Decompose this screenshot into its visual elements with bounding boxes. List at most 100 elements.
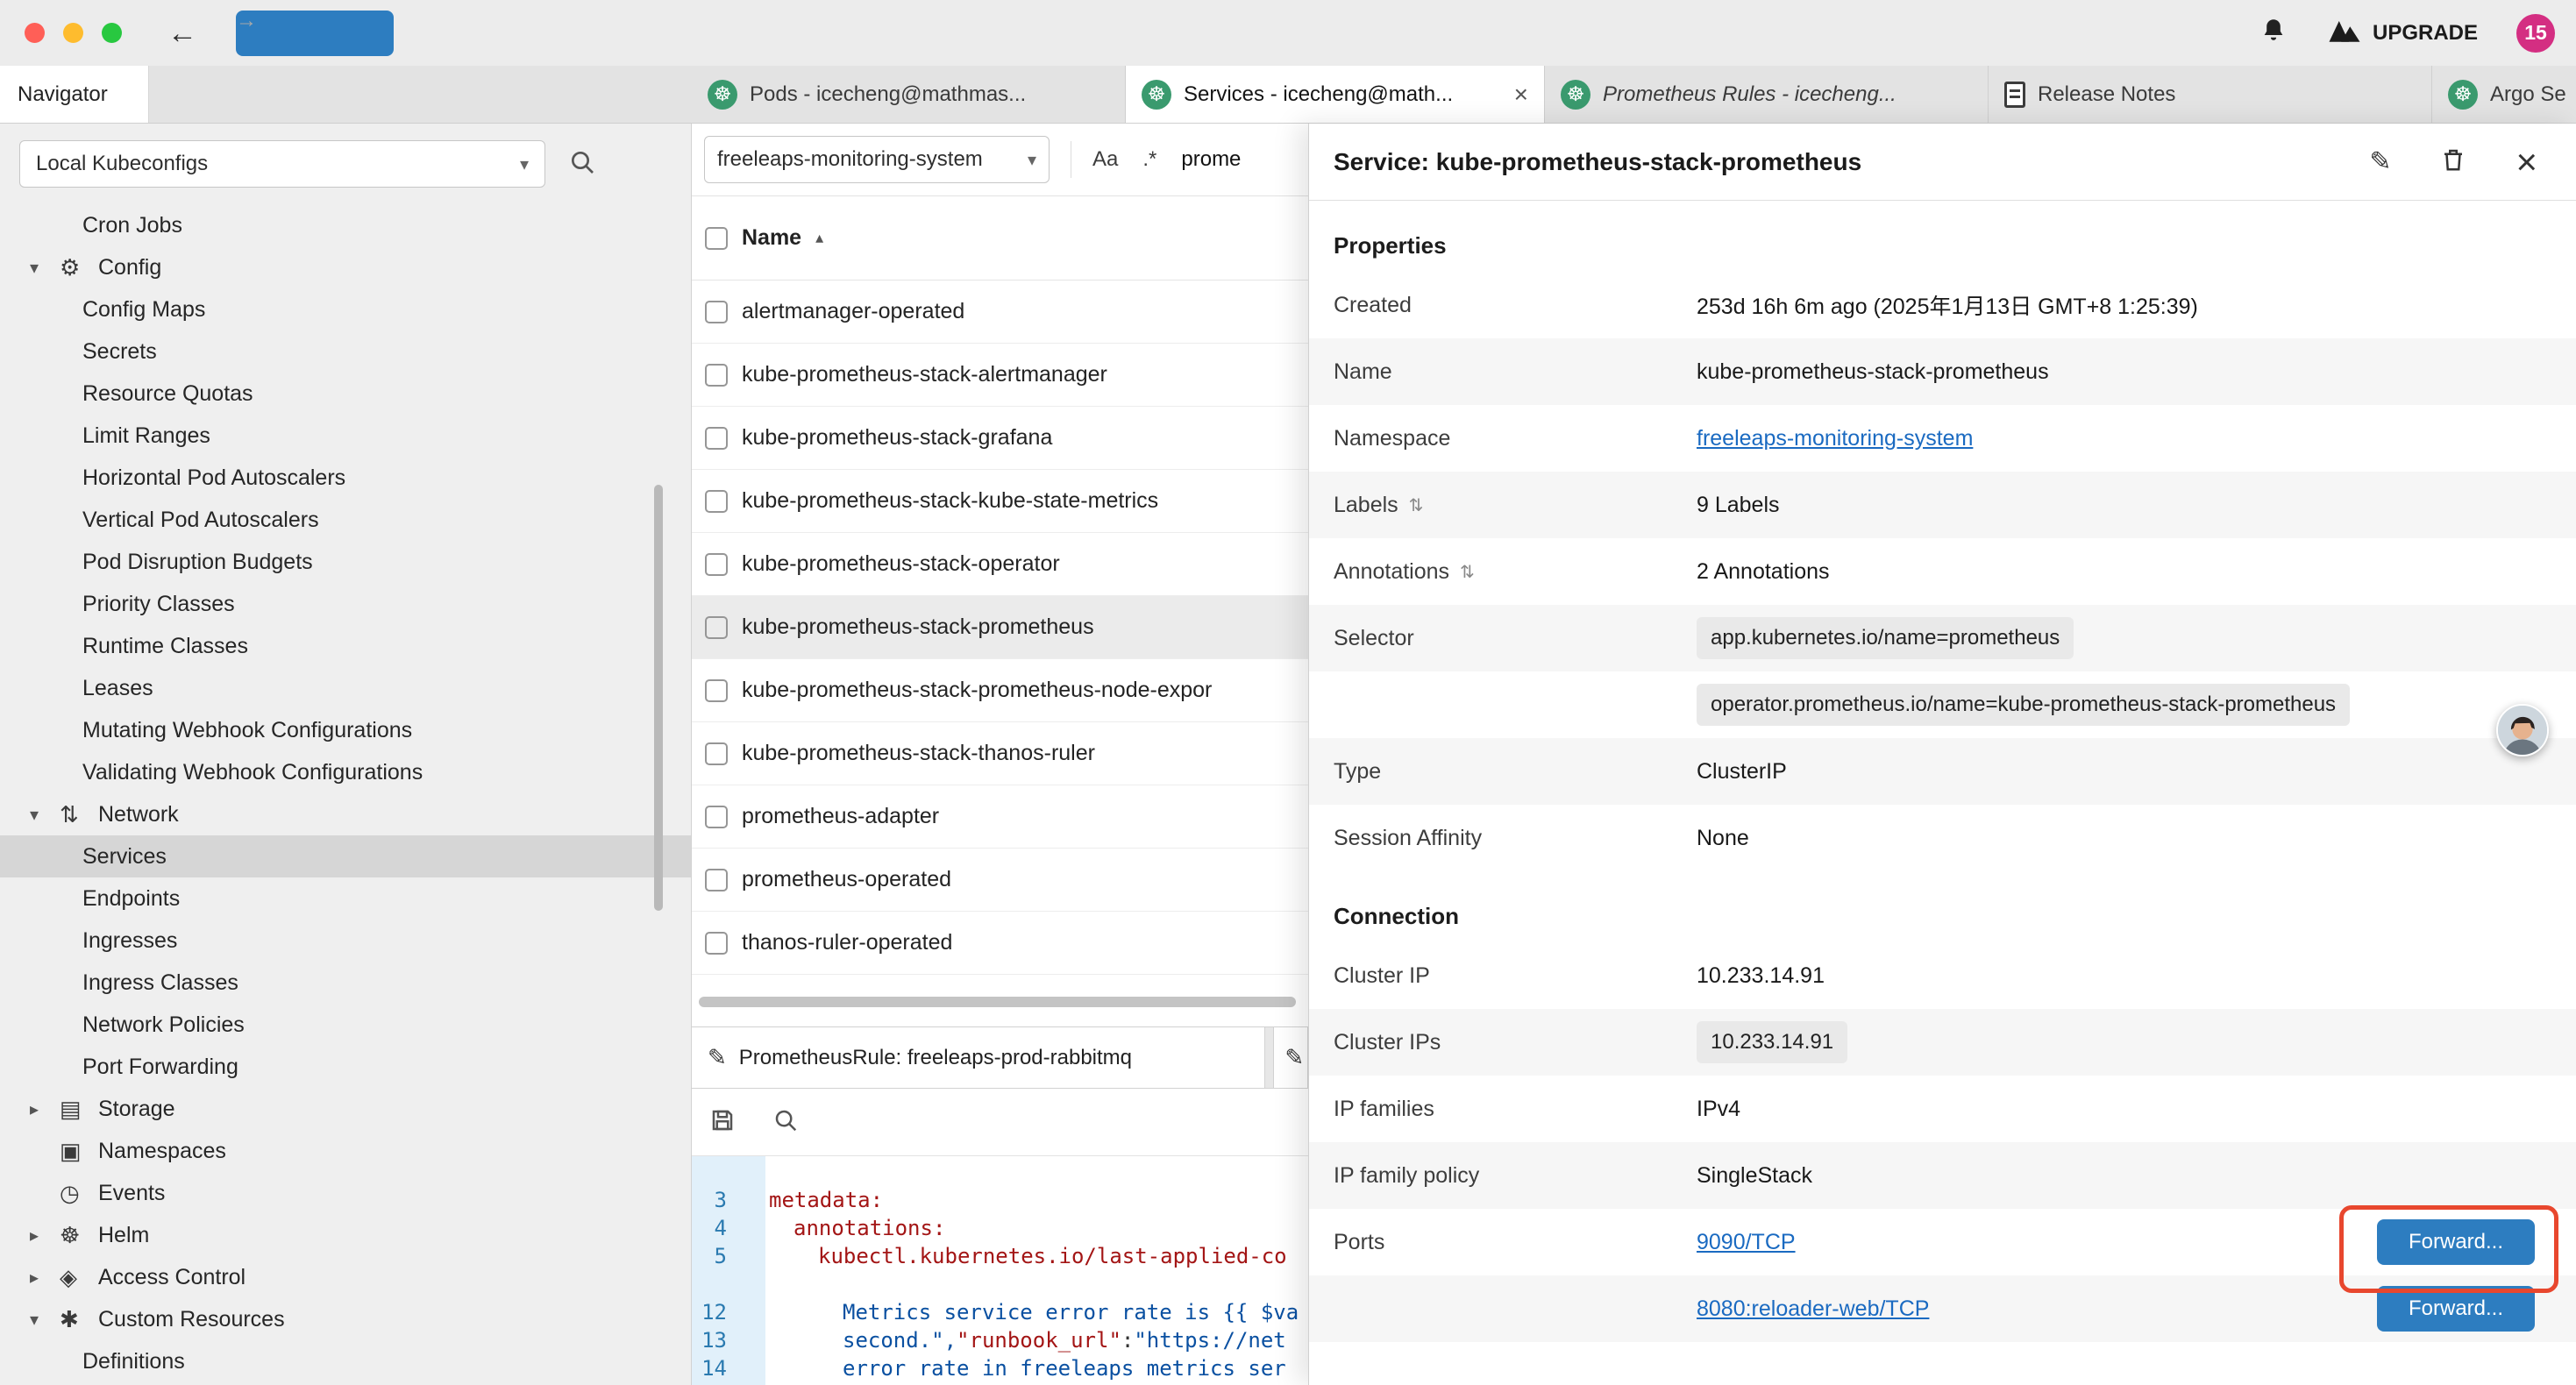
edit-icon[interactable]: ✎ <box>2369 146 2391 177</box>
table-row-thanos-ruler-operated[interactable]: thanos-ruler-operated <box>692 912 1308 975</box>
forward-button[interactable]: → <box>236 11 394 56</box>
table-row-kube-prometheus-stack-prometheus-node-expor[interactable]: kube-prometheus-stack-prometheus-node-ex… <box>692 659 1308 722</box>
sidebar-item-namespaces[interactable]: ▣Namespaces <box>0 1130 691 1172</box>
sidebar-item-cron-jobs[interactable]: Cron Jobs <box>0 204 691 246</box>
navigator-panel-tab[interactable]: Navigator <box>0 66 149 123</box>
sidebar-item-runtime-classes[interactable]: Runtime Classes <box>0 625 691 667</box>
sidebar-item-ingresses[interactable]: Ingresses <box>0 920 691 962</box>
sidebar-item-storage[interactable]: ▸▤Storage <box>0 1088 691 1130</box>
forward-button[interactable]: Forward... <box>2377 1219 2535 1265</box>
sidebar-item-secrets[interactable]: Secrets <box>0 330 691 373</box>
namespace-filter-select[interactable]: freeleaps-monitoring-system ▾ <box>704 136 1050 183</box>
table-row-kube-prometheus-stack-alertmanager[interactable]: kube-prometheus-stack-alertmanager <box>692 344 1308 407</box>
sidebar-item-network-policies[interactable]: Network Policies <box>0 1004 691 1046</box>
chevron-down-icon[interactable]: ▾ <box>30 1309 60 1331</box>
table-row-kube-prometheus-stack-grafana[interactable]: kube-prometheus-stack-grafana <box>692 407 1308 470</box>
workspace-tab-pods-icecheng-mathmas[interactable]: ☸Pods - icecheng@mathmas... <box>692 66 1126 123</box>
select-all-checkbox[interactable] <box>705 227 728 250</box>
row-checkbox[interactable] <box>705 869 728 891</box>
search-query-input[interactable]: prome <box>1181 147 1241 172</box>
table-row-prometheus-adapter[interactable]: prometheus-adapter <box>692 785 1308 849</box>
minimize-window-button[interactable] <box>63 23 83 43</box>
sidebar-item-ingress-classes[interactable]: Ingress Classes <box>0 962 691 1004</box>
table-row-kube-prometheus-stack-thanos-ruler[interactable]: kube-prometheus-stack-thanos-ruler <box>692 722 1308 785</box>
row-checkbox[interactable] <box>705 806 728 828</box>
table-row-kube-prometheus-stack-operator[interactable]: kube-prometheus-stack-operator <box>692 533 1308 596</box>
sidebar-item-events[interactable]: ◷Events <box>0 1172 691 1214</box>
row-checkbox[interactable] <box>705 742 728 765</box>
sidebar-scrollbar[interactable] <box>654 485 663 911</box>
table-row-kube-prometheus-stack-kube-state-metrics[interactable]: kube-prometheus-stack-kube-state-metrics <box>692 470 1308 533</box>
name-column-header[interactable]: Name <box>742 225 801 251</box>
save-icon[interactable] <box>709 1107 736 1138</box>
row-checkbox[interactable] <box>705 490 728 513</box>
row-checkbox[interactable] <box>705 616 728 639</box>
sidebar-item-config[interactable]: ▾⚙Config <box>0 246 691 288</box>
sidebar-item-priority-classes[interactable]: Priority Classes <box>0 583 691 625</box>
table-row-alertmanager-operated[interactable]: alertmanager-operated <box>692 281 1308 344</box>
search-icon[interactable] <box>568 148 596 181</box>
sidebar-item-pod-disruption-budgets[interactable]: Pod Disruption Budgets <box>0 541 691 583</box>
chevron-right-icon[interactable]: ▸ <box>30 1267 60 1289</box>
sidebar-item-network[interactable]: ▾⇅Network <box>0 793 691 835</box>
port-link[interactable]: 8080:reloader-web/TCP <box>1697 1296 1929 1322</box>
chevron-right-icon[interactable]: ▸ <box>30 1098 60 1120</box>
zoom-window-button[interactable] <box>102 23 122 43</box>
workspace-tab-services-icecheng-math[interactable]: ☸Services - icecheng@math...× <box>1126 66 1545 123</box>
sidebar-item-leases[interactable]: Leases <box>0 667 691 709</box>
notifications-bell-icon[interactable] <box>2259 16 2288 50</box>
regex-toggle[interactable]: .* <box>1142 147 1156 172</box>
expand-toggle-icon[interactable]: ⇅ <box>1409 494 1424 516</box>
sidebar-item-definitions[interactable]: Definitions <box>0 1340 691 1382</box>
tab-bar: Navigator ☸Pods - icecheng@mathmas...☸Se… <box>0 66 2576 124</box>
close-icon[interactable]: × <box>2516 144 2537 181</box>
row-checkbox[interactable] <box>705 679 728 702</box>
notification-count-badge[interactable]: 15 <box>2516 14 2555 53</box>
forward-button[interactable]: Forward... <box>2377 1286 2535 1332</box>
row-checkbox[interactable] <box>705 364 728 387</box>
chevron-down-icon[interactable]: ▾ <box>30 257 60 279</box>
row-checkbox[interactable] <box>705 427 728 450</box>
floating-avatar[interactable] <box>2496 704 2549 756</box>
dock-tab-partial[interactable]: ✎ <box>1273 1027 1308 1088</box>
table-row-prometheus-operated[interactable]: prometheus-operated <box>692 849 1308 912</box>
kubeconfig-selector[interactable]: Local Kubeconfigs ▾ <box>19 140 545 188</box>
back-button[interactable]: ← <box>167 18 197 48</box>
chevron-right-icon[interactable]: ▸ <box>30 1225 60 1246</box>
dock-tab-prometheusrule[interactable]: ✎ PrometheusRule: freeleaps-prod-rabbitm… <box>692 1027 1265 1088</box>
delete-icon[interactable] <box>2440 146 2466 178</box>
sidebar-item-port-forwarding[interactable]: Port Forwarding <box>0 1046 691 1088</box>
workspace-tab-argo-se[interactable]: ☸Argo Se <box>2432 66 2576 123</box>
workspace-tab-release-notes[interactable]: Release Notes <box>1989 66 2432 123</box>
yaml-editor[interactable]: 3metadata:4annotations:5kubectl.kubernet… <box>692 1156 1308 1385</box>
chevron-down-icon[interactable]: ▾ <box>30 804 60 826</box>
sidebar-item-horizontal-pod-autoscalers[interactable]: Horizontal Pod Autoscalers <box>0 457 691 499</box>
sidebar-item-mutating-webhook-configurations[interactable]: Mutating Webhook Configurations <box>0 709 691 751</box>
expand-toggle-icon[interactable]: ⇅ <box>1460 561 1475 583</box>
sidebar-item-resource-quotas[interactable]: Resource Quotas <box>0 373 691 415</box>
sidebar-item-config-maps[interactable]: Config Maps <box>0 288 691 330</box>
close-window-button[interactable] <box>25 23 45 43</box>
sidebar-item-vertical-pod-autoscalers[interactable]: Vertical Pod Autoscalers <box>0 499 691 541</box>
sidebar-item-endpoints[interactable]: Endpoints <box>0 877 691 920</box>
sidebar-item-label: Resource Quotas <box>82 381 253 407</box>
match-case-toggle[interactable]: Aa <box>1092 147 1118 172</box>
table-row-kube-prometheus-stack-prometheus[interactable]: kube-prometheus-stack-prometheus <box>692 596 1308 659</box>
close-tab-icon[interactable]: × <box>1514 81 1528 109</box>
port-link[interactable]: 9090/TCP <box>1697 1230 1796 1255</box>
row-checkbox[interactable] <box>705 553 728 576</box>
sidebar-item-custom-resources[interactable]: ▾✱Custom Resources <box>0 1298 691 1340</box>
editor-search-icon[interactable] <box>772 1107 799 1138</box>
sidebar-item-services[interactable]: Services <box>0 835 691 877</box>
sidebar-item-validating-webhook-configurations[interactable]: Validating Webhook Configurations <box>0 751 691 793</box>
namespace-link[interactable]: freeleaps-monitoring-system <box>1697 426 1973 451</box>
workspace-tab-prometheus-rules-icecheng[interactable]: ☸Prometheus Rules - icecheng... <box>1545 66 1989 123</box>
horizontal-scrollbar[interactable] <box>699 997 1296 1007</box>
document-icon <box>2004 82 2025 108</box>
upgrade-button[interactable]: UPGRADE <box>2327 18 2478 48</box>
row-checkbox[interactable] <box>705 932 728 955</box>
sidebar-item-access-control[interactable]: ▸◈Access Control <box>0 1256 691 1298</box>
sidebar-item-limit-ranges[interactable]: Limit Ranges <box>0 415 691 457</box>
sidebar-item-helm[interactable]: ▸☸Helm <box>0 1214 691 1256</box>
row-checkbox[interactable] <box>705 301 728 323</box>
